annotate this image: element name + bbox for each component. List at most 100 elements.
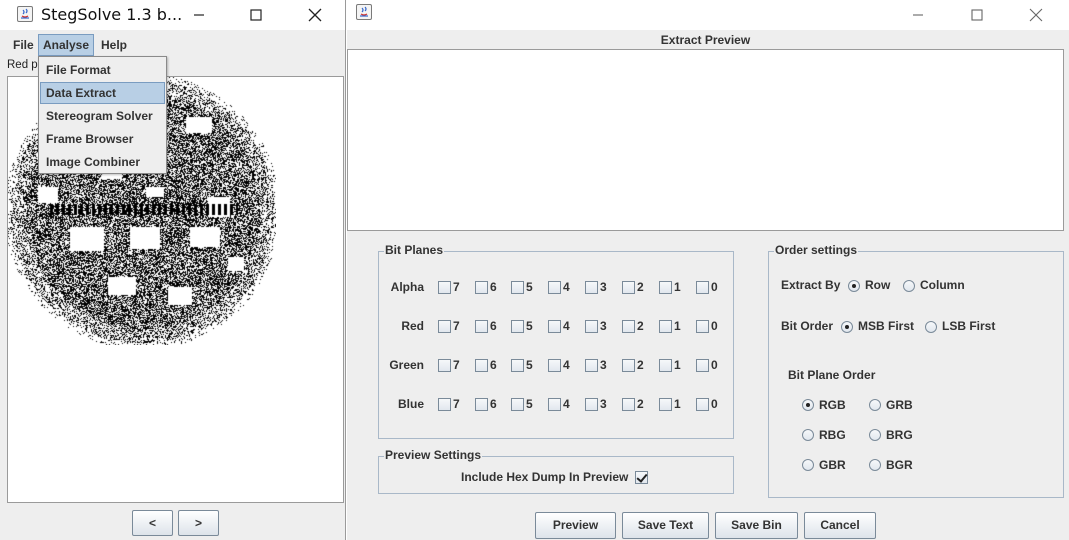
- order-rgb-radio[interactable]: [802, 399, 814, 411]
- bitplane-checkbox-alpha-2[interactable]: [622, 281, 635, 294]
- bitplane-checkbox-red-1[interactable]: [659, 320, 672, 333]
- menu-help[interactable]: Help: [97, 34, 131, 56]
- extract-by-column-label[interactable]: Column: [920, 278, 965, 292]
- bitplane-checkbox-blue-7[interactable]: [438, 398, 451, 411]
- bitplane-bit-label: 7: [453, 358, 460, 372]
- extract-by-row-radio[interactable]: [848, 280, 860, 292]
- bitplane-checkbox-red-6[interactable]: [475, 320, 488, 333]
- menu-item-frame-browser[interactable]: Frame Browser: [40, 128, 165, 150]
- bitplane-checkbox-blue-4[interactable]: [548, 398, 561, 411]
- image-panel-label: Red p: [7, 59, 38, 71]
- preview-button[interactable]: Preview: [535, 512, 616, 539]
- extract-by-column-radio[interactable]: [903, 280, 915, 292]
- bitplane-checkbox-green-3[interactable]: [585, 359, 598, 372]
- bitplane-checkbox-green-4[interactable]: [548, 359, 561, 372]
- bitplane-checkbox-blue-1[interactable]: [659, 398, 672, 411]
- bitplane-checkbox-green-7[interactable]: [438, 359, 451, 372]
- bitplane-checkbox-alpha-7[interactable]: [438, 281, 451, 294]
- msb-first-radio[interactable]: [841, 321, 853, 333]
- extract-title-bar[interactable]: [347, 0, 1069, 30]
- bitplane-checkbox-blue-3[interactable]: [585, 398, 598, 411]
- menu-item-stereogram-solver[interactable]: Stereogram Solver: [40, 105, 165, 127]
- extract-dialog-window: Extract Preview Bit Planes Alpha 7 6 5 4 3 2 1 0…: [347, 0, 1069, 540]
- bitplane-checkbox-red-2[interactable]: [622, 320, 635, 333]
- order-bgr-label[interactable]: BGR: [886, 458, 913, 472]
- order-bgr-radio[interactable]: [869, 459, 881, 471]
- bitplane-bit-label: 6: [490, 397, 497, 411]
- bitplane-checkbox-blue-6[interactable]: [475, 398, 488, 411]
- bitplane-checkbox-red-5[interactable]: [511, 320, 524, 333]
- bitplane-checkbox-alpha-3[interactable]: [585, 281, 598, 294]
- order-rgb-label[interactable]: RGB: [819, 398, 846, 412]
- bitplane-checkbox-alpha-5[interactable]: [511, 281, 524, 294]
- include-hex-label: Include Hex Dump In Preview: [461, 470, 629, 484]
- bitplane-checkbox-red-7[interactable]: [438, 320, 451, 333]
- order-settings-title: Order settings: [774, 243, 859, 257]
- bitplane-row-label-blue: Blue: [397, 397, 424, 411]
- bitplane-bit-label: 2: [637, 358, 644, 372]
- lsb-first-label[interactable]: LSB First: [942, 319, 995, 333]
- preview-settings-title: Preview Settings: [384, 448, 483, 462]
- maximize-button[interactable]: [954, 0, 1000, 30]
- bitplane-checkbox-blue-5[interactable]: [511, 398, 524, 411]
- maximize-button[interactable]: [233, 0, 279, 30]
- bit-plane-order-label: Bit Plane Order: [788, 368, 876, 382]
- msb-first-label[interactable]: MSB First: [858, 319, 914, 333]
- bitplane-checkbox-red-3[interactable]: [585, 320, 598, 333]
- menu-item-file-format[interactable]: File Format: [40, 59, 165, 81]
- order-settings-group: Order settings Extract By Row Column Bit…: [768, 243, 1064, 498]
- minimize-button[interactable]: [176, 0, 222, 30]
- preview-scroll-edge: [1062, 50, 1063, 230]
- menu-item-data-extract[interactable]: Data Extract: [40, 82, 165, 104]
- bitplane-checkbox-red-0[interactable]: [696, 320, 709, 333]
- order-brg-label[interactable]: BRG: [886, 428, 913, 442]
- close-button[interactable]: [1013, 0, 1059, 30]
- order-grb-label[interactable]: GRB: [886, 398, 913, 412]
- bitplane-bit-label: 4: [563, 397, 570, 411]
- order-rbg-label[interactable]: RBG: [819, 428, 846, 442]
- bitplane-bit-label: 4: [563, 358, 570, 372]
- extract-preview-textarea[interactable]: [347, 49, 1064, 231]
- menu-analyse[interactable]: Analyse: [38, 34, 95, 56]
- bitplane-bit-label: 4: [563, 319, 570, 333]
- prev-plane-button[interactable]: <: [132, 510, 173, 536]
- include-hex-checkbox[interactable]: [635, 471, 648, 484]
- minimize-button[interactable]: [895, 0, 941, 30]
- menu-item-image-combiner[interactable]: Image Combiner: [40, 151, 165, 173]
- bitplane-checkbox-red-4[interactable]: [548, 320, 561, 333]
- bitplane-checkbox-blue-2[interactable]: [622, 398, 635, 411]
- bitplane-bit-label: 7: [453, 397, 460, 411]
- bitplane-checkbox-green-0[interactable]: [696, 359, 709, 372]
- bitplane-checkbox-alpha-4[interactable]: [548, 281, 561, 294]
- bitplane-bit-label: 1: [674, 280, 681, 294]
- bitplane-checkbox-green-6[interactable]: [475, 359, 488, 372]
- bitplane-checkbox-green-5[interactable]: [511, 359, 524, 372]
- save-text-button[interactable]: Save Text: [622, 512, 709, 539]
- order-gbr-radio[interactable]: [802, 459, 814, 471]
- bitplane-checkbox-green-2[interactable]: [622, 359, 635, 372]
- bitplane-bit-label: 4: [563, 280, 570, 294]
- next-plane-button[interactable]: >: [178, 510, 219, 536]
- order-rbg-radio[interactable]: [802, 429, 814, 441]
- cancel-button[interactable]: Cancel: [804, 512, 876, 539]
- bitplane-checkbox-green-1[interactable]: [659, 359, 672, 372]
- menu-file[interactable]: File: [9, 34, 38, 56]
- stegsolve-main-window: StegSolve 1.3 b... File Analyse Help Red…: [0, 0, 346, 540]
- close-button[interactable]: [292, 0, 338, 30]
- extract-by-row-label[interactable]: Row: [865, 278, 890, 292]
- order-grb-radio[interactable]: [869, 399, 881, 411]
- order-brg-radio[interactable]: [869, 429, 881, 441]
- main-title-bar[interactable]: StegSolve 1.3 b...: [0, 0, 345, 30]
- lsb-first-radio[interactable]: [925, 321, 937, 333]
- bitplane-bit-label: 2: [637, 397, 644, 411]
- java-app-icon: [356, 4, 372, 20]
- save-bin-button[interactable]: Save Bin: [715, 512, 798, 539]
- order-gbr-label[interactable]: GBR: [819, 458, 846, 472]
- bitplane-checkbox-alpha-1[interactable]: [659, 281, 672, 294]
- bitplane-checkbox-alpha-0[interactable]: [696, 281, 709, 294]
- bit-planes-title: Bit Planes: [384, 243, 445, 257]
- bit-planes-group: Bit Planes Alpha 7 6 5 4 3 2 1 0 Red 7 6 5 4 3 2 1 0 Green…: [378, 243, 734, 439]
- bitplane-checkbox-blue-0[interactable]: [696, 398, 709, 411]
- bitplane-checkbox-alpha-6[interactable]: [475, 281, 488, 294]
- bitplane-bit-label: 0: [711, 280, 718, 294]
